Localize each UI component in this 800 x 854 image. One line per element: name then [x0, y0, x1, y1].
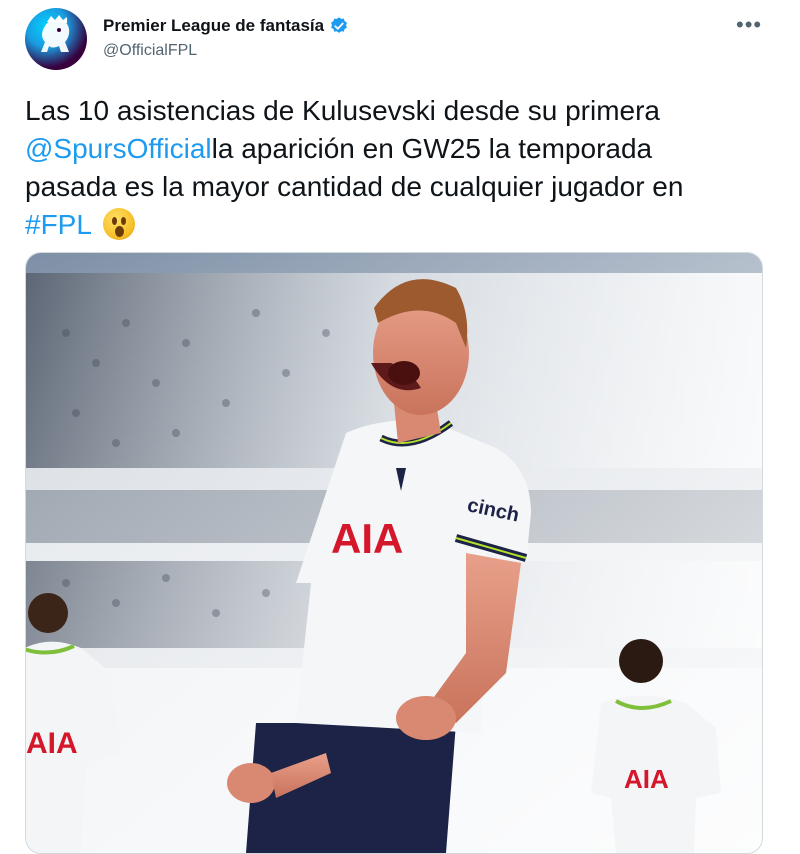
tweet-card[interactable]: Premier League de fantasía @OfficialFPL … — [0, 0, 800, 854]
more-options-icon[interactable]: ••• — [736, 12, 762, 38]
author-handle[interactable]: @OfficialFPL — [103, 42, 197, 60]
tweet-text: Las 10 asistencias de Kulusevski desde s… — [25, 92, 770, 244]
tweet-text-line2: la aparición en GW25 la temporada — [211, 133, 653, 164]
left-shirt-sponsor: AIA — [26, 727, 78, 760]
tweet-text-line1: Las 10 asistencias de Kulusevski desde s… — [25, 95, 661, 126]
main-shirt-sponsor: AIA — [331, 515, 403, 562]
author-display-name[interactable]: Premier League de fantasía — [103, 16, 324, 36]
hashtag-link[interactable]: #FPL — [25, 209, 91, 240]
astonished-face-emoji-icon — [102, 208, 135, 240]
premier-league-lion-icon — [41, 15, 70, 52]
tweet-media-photo[interactable]: AIA AIA AIA cinch — [25, 252, 763, 854]
right-shirt-sponsor: AIA — [624, 764, 669, 794]
player-celebration-image: AIA AIA AIA cinch — [26, 253, 762, 853]
tweet-text-line3: pasada es la mayor cantidad de cualquier… — [25, 171, 684, 202]
verified-badge-icon — [331, 17, 348, 33]
mention-link[interactable]: @SpursOfficial — [25, 133, 212, 164]
author-avatar[interactable] — [25, 8, 87, 70]
